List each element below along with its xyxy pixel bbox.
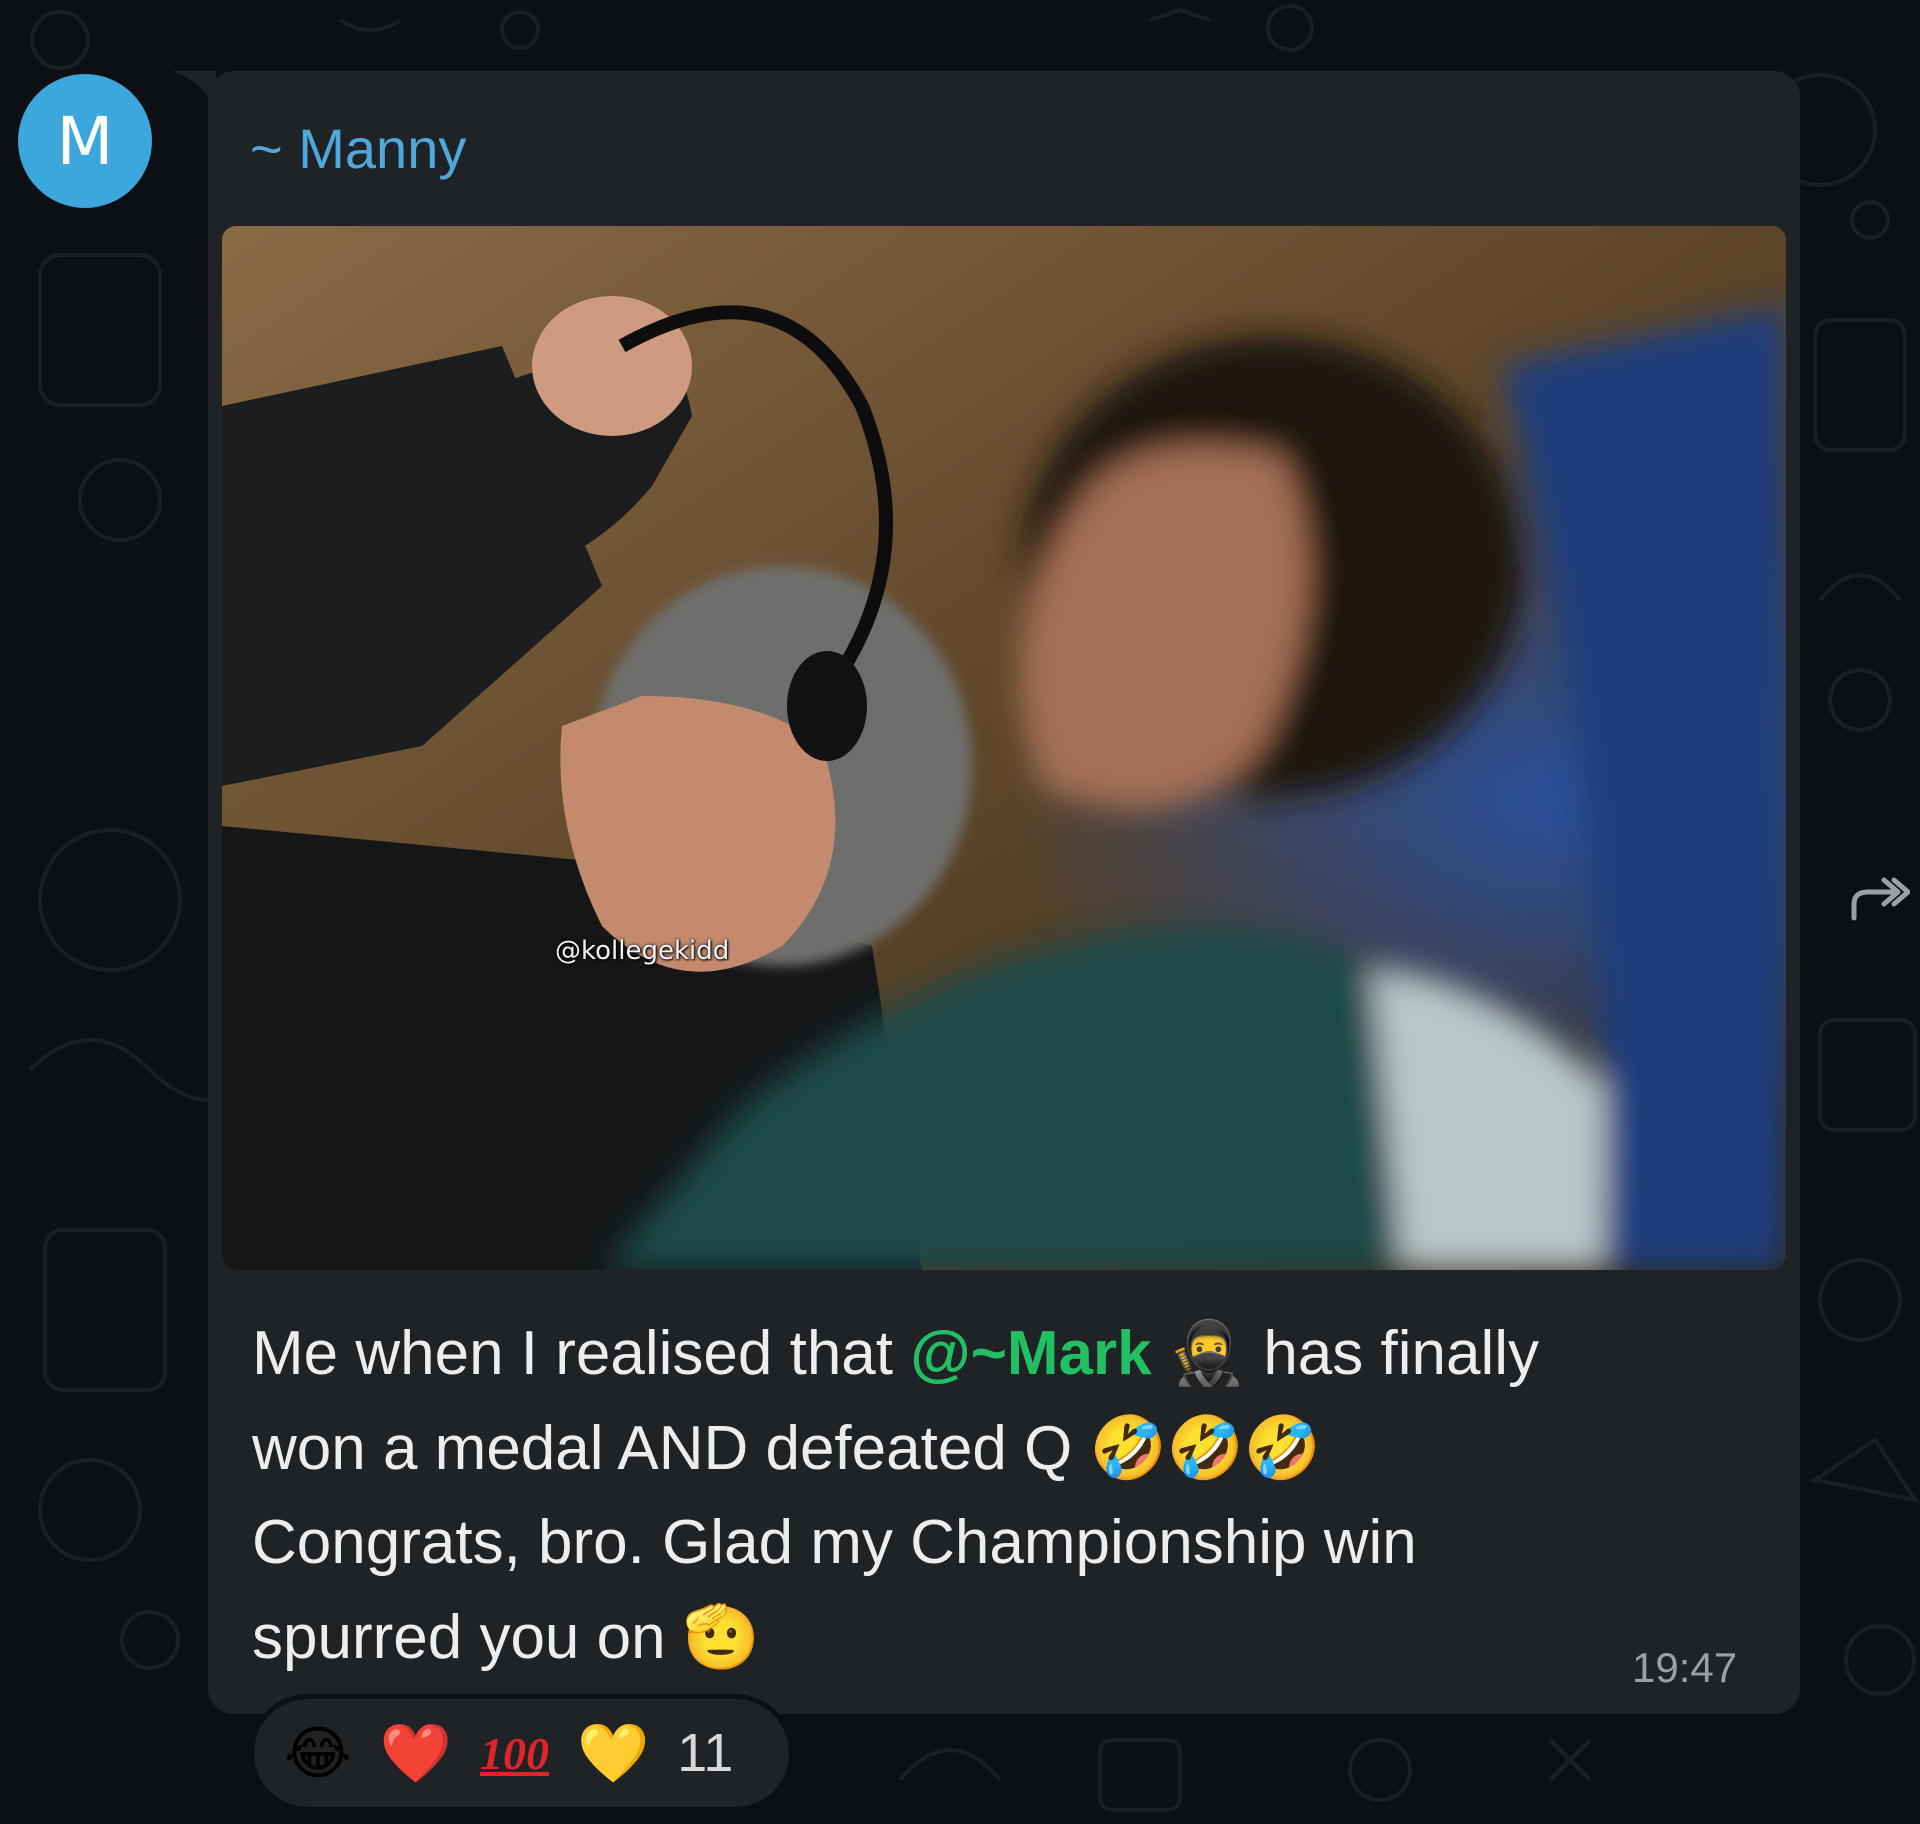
joy-reaction-icon: 😂 (284, 1719, 352, 1787)
message-photo[interactable] (222, 226, 1786, 1270)
hundred-points-reaction-icon: 100 (480, 1727, 549, 1779)
sender-name[interactable]: ~ Manny (250, 116, 466, 181)
caption-line-1: Me when I realised that @~Mark 🥷 has fin… (252, 1306, 1772, 1401)
user-mention-link[interactable]: @~Mark (910, 1319, 1151, 1388)
caption-text: spurred you on (252, 1603, 666, 1672)
forward-arrow-icon[interactable] (1848, 874, 1910, 924)
photo-watermark: @kollegekidd (555, 936, 730, 966)
reaction-count: 11 (677, 1723, 734, 1783)
salute-emoji: 🫡 (682, 1600, 761, 1673)
yellow-heart-reaction-icon: 💛 (577, 1719, 650, 1787)
avatar-initial: M (56, 102, 114, 180)
caption-text: has finally (1263, 1319, 1540, 1388)
caption-text: Me when I realised that (252, 1319, 894, 1388)
ninja-emoji: 🥷 (1168, 1316, 1247, 1389)
message-caption: Me when I realised that @~Mark 🥷 has fin… (252, 1306, 1772, 1685)
message-timestamp: 19:47 (1632, 1644, 1738, 1691)
sender-avatar[interactable]: M (18, 74, 152, 208)
caption-text: won a medal AND defeated Q (252, 1414, 1073, 1483)
reactions-bar[interactable]: 😂 ❤️ 100 💛 11 (249, 1694, 794, 1812)
caption-line-2: won a medal AND defeated Q 🤣🤣🤣 (252, 1401, 1772, 1496)
caption-line-3: Congrats, bro. Glad my Championship win (252, 1508, 1417, 1577)
caption-line-4: spurred you on 🫡 (252, 1590, 1772, 1685)
rofl-emoji: 🤣🤣🤣 (1089, 1411, 1322, 1484)
photo-image (222, 226, 1786, 1270)
heart-reaction-icon: ❤️ (379, 1719, 452, 1787)
